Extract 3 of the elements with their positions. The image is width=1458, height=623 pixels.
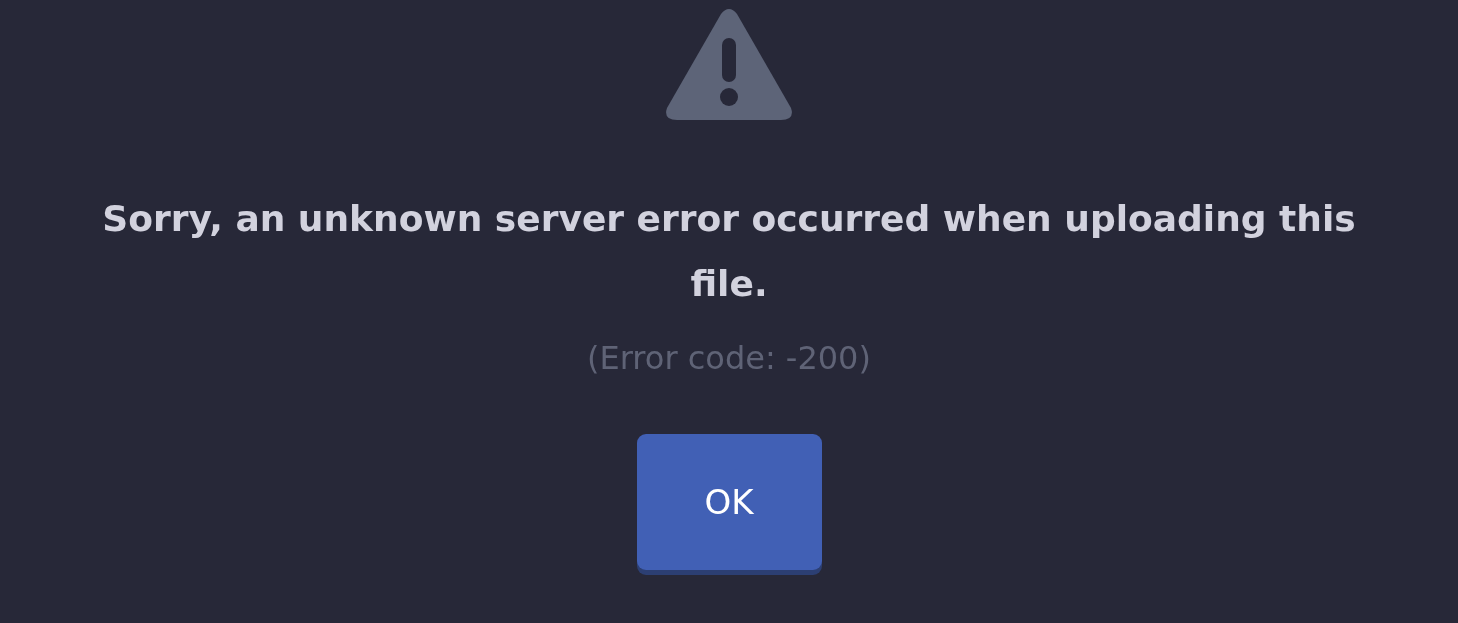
warning-icon [665, 8, 793, 122]
error-message: Sorry, an unknown server error occurred when uploading this file. [101, 197, 1357, 306]
error-code: (Error code: -200) [587, 338, 871, 378]
